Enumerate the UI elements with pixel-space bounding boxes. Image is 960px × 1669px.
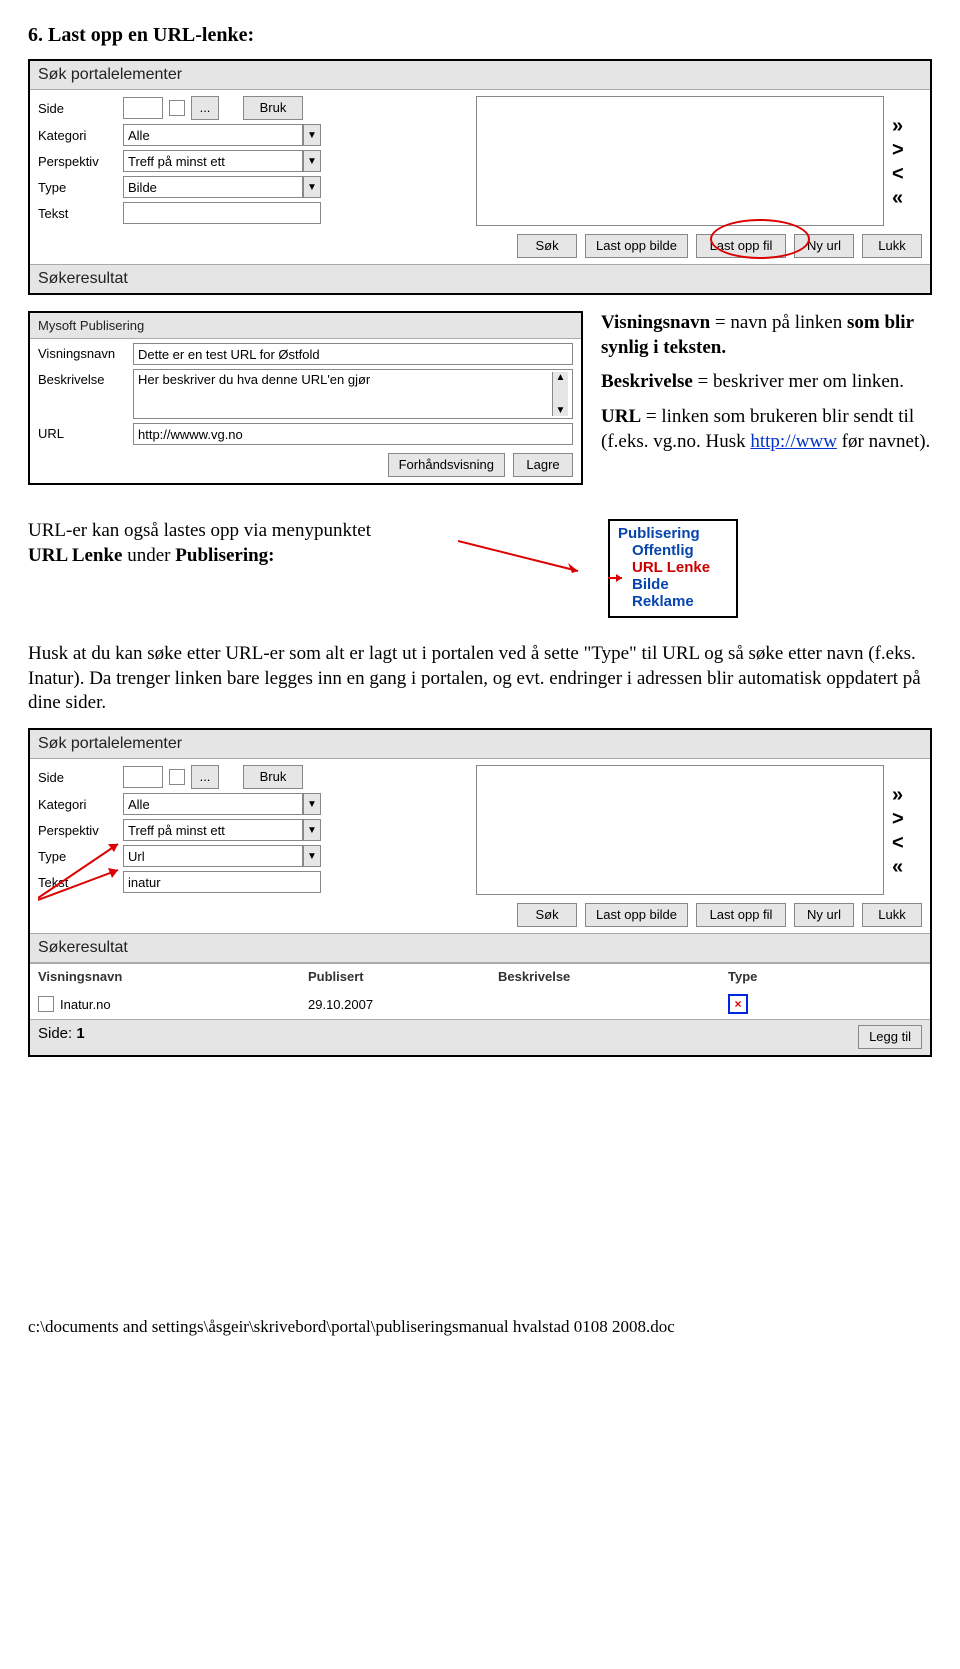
p3-type-label: Type [38,849,123,864]
p3-ny-url-button[interactable]: Ny url [794,903,854,927]
p3-result-list[interactable] [476,765,884,895]
p3-result-columns: Visningsnavn Publisert Beskrivelse Type [30,963,930,989]
legg-til-button[interactable]: Legg til [858,1025,922,1049]
beskrivelse-textarea[interactable]: Her beskriver du hva denne URL'en gjør ▲… [133,369,573,419]
move-right-icon[interactable]: > [892,140,904,160]
beskrivelse-label: Beskrivelse [38,369,133,387]
menu-arrow-icon [608,573,626,583]
move-all-right-icon[interactable]: » [892,116,903,136]
panel1-body: Side ... Bruk Kategori Alle ▼ Perspektiv… [30,90,930,230]
last-opp-bilde-button[interactable]: Last opp bilde [585,234,688,258]
p3-move-right-icon[interactable]: > [892,809,904,829]
last-opp-fil-button[interactable]: Last opp fil [696,234,786,258]
perspektiv-select-value: Treff på minst ett [123,150,303,172]
panel1-button-row: Søk Last opp bilde Last opp fil Ny url L… [30,230,930,264]
p3-sok-button[interactable]: Søk [517,903,577,927]
p3-perspektiv-dropdown[interactable]: ▼ [303,819,321,841]
url-via-menu-text: URL-er kan også lastes opp via menypunkt… [28,519,438,568]
panel1-result-list[interactable] [476,96,884,226]
visningsnavn-label: Visningsnavn [38,343,133,361]
panel1-result-title: Søkeresultat [30,264,930,293]
move-all-left-icon[interactable]: « [892,188,903,208]
scroll-icon[interactable]: ▲▼ [552,372,568,416]
p3-side-checkbox[interactable] [169,769,185,785]
side-browse-button[interactable]: ... [191,96,219,120]
section-heading: 6. Last opp en URL-lenke: [28,24,932,47]
kategori-dropdown-button[interactable]: ▼ [303,124,321,146]
search-panel-1: Søk portalelementer Side ... Bruk Katego… [28,59,932,295]
lagre-button[interactable]: Lagre [513,453,573,477]
p3-tekst-input[interactable] [123,871,321,893]
p3-last-fil-button[interactable]: Last opp fil [696,903,786,927]
p3-perspektiv-label: Perspektiv [38,823,123,838]
ny-url-button[interactable]: Ny url [794,234,854,258]
side-explanation: Visningsnavn = navn på linken som blir s… [601,311,932,454]
p3-last-bilde-button[interactable]: Last opp bilde [585,903,688,927]
p3-pagination: Side: 1 Legg til [30,1019,930,1055]
visningsnavn-input[interactable] [133,343,573,365]
move-left-icon[interactable]: < [892,164,904,184]
panel3-title: Søk portalelementer [30,730,930,759]
panel1-mover-arrows: » > < « [892,96,922,228]
p3-side-input[interactable] [123,766,163,788]
arrow-annotation-icon [458,537,588,577]
http-www-link[interactable]: http://www [750,431,837,452]
p3-side-label: Side [38,770,123,785]
p3-kategori-dropdown[interactable]: ▼ [303,793,321,815]
side-input[interactable] [123,97,163,119]
kategori-select-value: Alle [123,124,303,146]
url-input[interactable] [133,423,573,445]
p3-result-title: Søkeresultat [30,933,930,963]
broken-image-icon: × [728,994,748,1014]
mysoft-pub-panel: Mysoft Publisering Visningsnavn Beskrive… [28,311,583,485]
footer-filepath: c:\documents and settings\åsgeir\skriveb… [28,1317,932,1337]
p3-type-dropdown[interactable]: ▼ [303,845,321,867]
menu-offentlig[interactable]: Offentlig [618,542,728,559]
row-checkbox[interactable] [38,996,54,1012]
p3-move-all-right-icon[interactable]: » [892,785,903,805]
side-checkbox[interactable] [169,100,185,116]
p3-type-value: Url [123,845,303,867]
menu-bilde[interactable]: Bilde [618,576,728,593]
p3-kategori-label: Kategori [38,797,123,812]
row-name: Inatur.no [60,997,111,1012]
panel1-form: Side ... Bruk Kategori Alle ▼ Perspektiv… [38,96,468,228]
type-select-value: Bilde [123,176,303,198]
pub-title: Mysoft Publisering [30,313,581,339]
kategori-label: Kategori [38,128,123,143]
p3-mover-arrows: » > < « [892,765,922,897]
tekst-label: Tekst [38,206,123,221]
tekst-input[interactable] [123,202,321,224]
p3-perspektiv-value: Treff på minst ett [123,819,303,841]
perspektiv-label: Perspektiv [38,154,123,169]
p3-kategori-value: Alle [123,793,303,815]
url-label: URL [38,423,133,441]
lukk-button[interactable]: Lukk [862,234,922,258]
side-label: Side [38,101,123,116]
sok-button[interactable]: Søk [517,234,577,258]
p3-side-browse-button[interactable]: ... [191,765,219,789]
menu-publisering[interactable]: Publisering [618,525,728,542]
publisering-menu: Publisering Offentlig URL Lenke Bilde Re… [608,519,738,618]
forhandsvisning-button[interactable]: Forhåndsvisning [388,453,505,477]
p3-lukk-button[interactable]: Lukk [862,903,922,927]
search-panel-2: Søk portalelementer Side ... Bruk Katego… [28,728,932,1057]
p3-tekst-label: Tekst [38,875,123,890]
row-date: 29.10.2007 [308,997,498,1012]
p3-bruk-button[interactable]: Bruk [243,765,303,789]
type-dropdown-button[interactable]: ▼ [303,176,321,198]
table-row[interactable]: Inatur.no 29.10.2007 × [30,989,930,1019]
type-label: Type [38,180,123,195]
p3-move-all-left-icon[interactable]: « [892,857,903,877]
panel1-title: Søk portalelementer [30,61,930,90]
bruk-button[interactable]: Bruk [243,96,303,120]
perspektiv-dropdown-button[interactable]: ▼ [303,150,321,172]
p3-move-left-icon[interactable]: < [892,833,904,853]
menu-url-lenke[interactable]: URL Lenke [618,559,728,576]
usage-paragraph: Husk at du kan søke etter URL-er som alt… [28,642,932,716]
menu-reklame[interactable]: Reklame [618,593,728,610]
